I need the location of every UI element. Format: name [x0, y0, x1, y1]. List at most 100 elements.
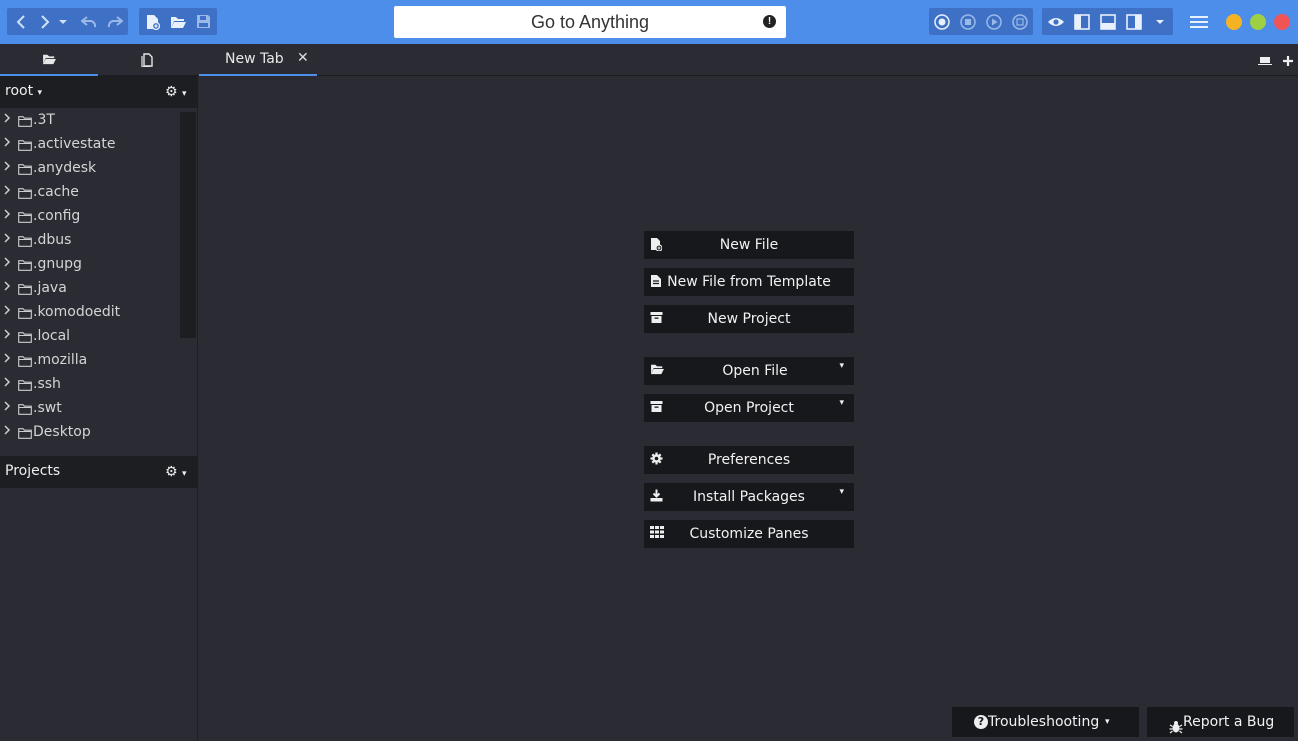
- toggle-right-pane-button[interactable]: [1122, 8, 1146, 35]
- warning-icon[interactable]: !: [763, 15, 776, 28]
- tree-item-label: .ssh: [33, 376, 61, 392]
- toggle-bottom-pane-button[interactable]: [1096, 8, 1120, 35]
- projects-label: Projects: [5, 463, 61, 479]
- save-macro-button[interactable]: [1008, 8, 1032, 35]
- new-project-button[interactable]: New Project: [644, 305, 854, 333]
- tree-scrollbar[interactable]: [180, 112, 196, 338]
- new-file-button[interactable]: [141, 8, 165, 35]
- history-dropdown-button[interactable]: [55, 8, 71, 35]
- folder-open-icon: [170, 16, 186, 28]
- open-file-label: Open File: [722, 363, 788, 379]
- tree-item[interactable]: Desktop: [0, 421, 180, 445]
- record-macro-button[interactable]: [930, 8, 954, 35]
- projects-settings-button[interactable]: ⚙ ▾: [165, 464, 187, 480]
- folder-icon: [18, 163, 32, 179]
- tree-item[interactable]: .ssh: [0, 373, 180, 397]
- history-group: [7, 8, 128, 35]
- menu-button[interactable]: [1186, 10, 1214, 34]
- caret-down-icon: ▾: [37, 88, 43, 98]
- tree-item[interactable]: .java: [0, 277, 180, 301]
- open-project-button[interactable]: Open Project ▾: [644, 394, 854, 422]
- chevron-right-icon[interactable]: [4, 376, 11, 390]
- troubleshooting-button[interactable]: ? Troubleshooting ▾: [952, 707, 1139, 737]
- chevron-right-icon[interactable]: [4, 328, 11, 342]
- menu-line: [1190, 26, 1208, 28]
- caret-down-icon[interactable]: ▾: [839, 487, 844, 497]
- chevron-right-icon[interactable]: [4, 208, 11, 222]
- new-file-from-template-button[interactable]: New File from Template: [644, 268, 854, 296]
- chevron-right-icon[interactable]: [4, 424, 11, 438]
- tab-list-button[interactable]: [1258, 52, 1272, 71]
- chevron-right-icon[interactable]: [4, 400, 11, 414]
- tree-item[interactable]: .komodoedit: [0, 301, 180, 325]
- report-bug-button[interactable]: Report a Bug: [1147, 707, 1294, 737]
- maximize-button[interactable]: [1250, 14, 1266, 30]
- folder-open-icon: [42, 54, 56, 65]
- new-file-button[interactable]: New File: [644, 231, 854, 259]
- folder-icon: [18, 259, 32, 275]
- chevron-right-icon[interactable]: [4, 136, 11, 150]
- tree-item[interactable]: .activestate: [0, 133, 180, 157]
- open-file-button[interactable]: Open File ▾: [644, 357, 854, 385]
- chevron-right-icon[interactable]: [4, 256, 11, 270]
- close-button[interactable]: [1274, 14, 1290, 30]
- tree-item-label: .dbus: [33, 232, 72, 248]
- new-tab-button[interactable]: [1282, 52, 1294, 71]
- customize-panes-label: Customize Panes: [689, 526, 809, 542]
- minimize-button[interactable]: [1226, 14, 1242, 30]
- folder-icon: [18, 403, 32, 419]
- stop-macro-button[interactable]: [956, 8, 980, 35]
- new-file-icon: [147, 14, 160, 30]
- tab-places[interactable]: [0, 44, 98, 76]
- tab-new-tab[interactable]: New Tab ✕: [199, 44, 317, 76]
- new-file-from-template-label: New File from Template: [667, 274, 831, 290]
- tree-item[interactable]: .mozilla: [0, 349, 180, 373]
- chevron-right-icon[interactable]: [4, 232, 11, 246]
- tree-item[interactable]: .anydesk: [0, 157, 180, 181]
- forward-button[interactable]: [33, 8, 57, 35]
- view-group: [1042, 8, 1173, 35]
- caret-down-icon: ▾: [182, 89, 187, 99]
- undo-icon: [81, 15, 97, 27]
- go-to-anything-bar[interactable]: Go to Anything !: [394, 6, 786, 38]
- documents-icon: [141, 53, 153, 67]
- open-file-button[interactable]: [166, 8, 190, 35]
- caret-down-icon[interactable]: ▾: [839, 398, 844, 408]
- pane-options-dropdown[interactable]: [1148, 8, 1172, 35]
- chevron-right-icon[interactable]: [4, 112, 11, 126]
- install-packages-button[interactable]: Install Packages ▾: [644, 483, 854, 511]
- tree-item-label: .config: [33, 208, 81, 224]
- tree-item[interactable]: .local: [0, 325, 180, 349]
- toggle-left-pane-button[interactable]: [1070, 8, 1094, 35]
- tab-label: New Tab: [225, 51, 284, 67]
- play-macro-button[interactable]: [982, 8, 1006, 35]
- places-settings-button[interactable]: ⚙ ▾: [165, 84, 187, 100]
- redo-button[interactable]: [103, 8, 127, 35]
- customize-panes-button[interactable]: Customize Panes: [644, 520, 854, 548]
- tree-item[interactable]: .3T: [0, 109, 180, 133]
- tree-item[interactable]: .swt: [0, 397, 180, 421]
- close-tab-icon[interactable]: ✕: [297, 50, 309, 66]
- file-group: [139, 8, 217, 35]
- tree-item[interactable]: .dbus: [0, 229, 180, 253]
- root-selector[interactable]: root ▾: [5, 83, 42, 99]
- tab-open-files[interactable]: [98, 44, 196, 76]
- focus-mode-button[interactable]: [1044, 8, 1068, 35]
- back-button[interactable]: [9, 8, 33, 35]
- save-button[interactable]: [191, 8, 215, 35]
- tree-item[interactable]: .gnupg: [0, 253, 180, 277]
- preferences-button[interactable]: Preferences: [644, 446, 854, 474]
- chevron-right-icon[interactable]: [4, 304, 11, 318]
- caret-down-icon[interactable]: ▾: [839, 361, 844, 371]
- chevron-right-icon[interactable]: [4, 160, 11, 174]
- redo-icon: [107, 15, 123, 27]
- chevron-right-icon[interactable]: [4, 280, 11, 294]
- eye-icon: [1048, 17, 1064, 26]
- folder-icon: [18, 115, 32, 131]
- projects-header: Projects ⚙ ▾: [0, 456, 198, 488]
- chevron-right-icon[interactable]: [4, 184, 11, 198]
- tree-item[interactable]: .config: [0, 205, 180, 229]
- tree-item[interactable]: .cache: [0, 181, 180, 205]
- chevron-right-icon[interactable]: [4, 352, 11, 366]
- undo-button[interactable]: [77, 8, 101, 35]
